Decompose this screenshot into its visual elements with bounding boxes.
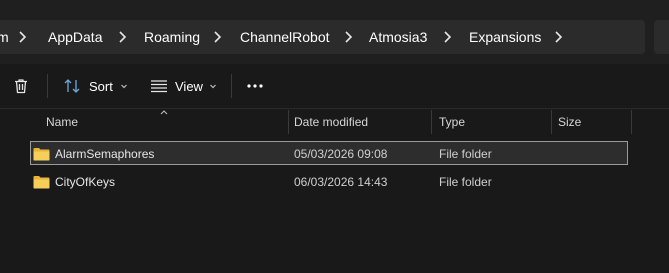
delete-button[interactable] bbox=[12, 64, 30, 108]
file-date-modified: 06/03/2026 14:43 bbox=[294, 175, 388, 189]
chevron-right-icon bbox=[214, 31, 222, 43]
chevron-down-icon bbox=[210, 84, 216, 89]
more-dots-icon bbox=[247, 84, 263, 88]
breadcrumb-item-atmosia3[interactable]: Atmosia3 bbox=[369, 20, 427, 54]
view-label: View bbox=[175, 78, 203, 94]
column-header-date-modified[interactable]: Date modified bbox=[294, 109, 368, 135]
chevron-right-icon bbox=[345, 31, 353, 43]
view-button[interactable]: View bbox=[150, 64, 218, 108]
folder-icon bbox=[33, 148, 50, 161]
view-lines-icon bbox=[151, 80, 167, 93]
breadcrumb-item-roaming[interactable]: Roaming bbox=[144, 20, 200, 54]
column-divider[interactable] bbox=[551, 110, 552, 134]
file-type: File folder bbox=[439, 147, 492, 161]
breadcrumb-item-appdata[interactable]: AppData bbox=[48, 20, 102, 54]
sort-label: Sort bbox=[89, 78, 113, 94]
breadcrumb-item-channelrobot[interactable]: ChannelRobot bbox=[240, 20, 330, 54]
sort-arrows-icon bbox=[64, 79, 80, 93]
address-bar-end[interactable] bbox=[654, 20, 669, 54]
file-name[interactable]: AlarmSemaphores bbox=[55, 142, 154, 166]
breadcrumb-item-user[interactable]: m bbox=[0, 20, 9, 54]
chevron-right-icon bbox=[444, 31, 452, 43]
trash-icon bbox=[15, 79, 27, 94]
file-type: File folder bbox=[439, 175, 492, 189]
file-date-modified: 05/03/2026 09:08 bbox=[294, 147, 388, 161]
toolbar-divider bbox=[47, 74, 48, 98]
chevron-down-icon bbox=[120, 84, 127, 89]
file-row-selected[interactable]: AlarmSemaphores 05/03/2026 09:08 File fo… bbox=[30, 141, 628, 165]
sort-ascending-icon bbox=[160, 110, 168, 115]
folder-icon bbox=[33, 176, 50, 189]
sort-button[interactable]: Sort bbox=[63, 64, 129, 108]
chevron-right-icon bbox=[119, 31, 127, 43]
file-row[interactable]: CityOfKeys 06/03/2026 14:43 File folder bbox=[30, 170, 628, 194]
more-options-button[interactable] bbox=[246, 64, 264, 108]
breadcrumb-item-expansions[interactable]: Expansions bbox=[469, 20, 541, 54]
chevron-right-icon bbox=[19, 31, 27, 43]
chevron-right-icon[interactable] bbox=[550, 29, 566, 45]
column-divider[interactable] bbox=[631, 110, 632, 134]
column-divider[interactable] bbox=[288, 110, 289, 134]
column-header-type[interactable]: Type bbox=[439, 109, 465, 135]
file-name[interactable]: CityOfKeys bbox=[55, 170, 115, 194]
toolbar-divider bbox=[231, 74, 232, 98]
column-divider[interactable] bbox=[431, 110, 432, 134]
column-header-size[interactable]: Size bbox=[558, 109, 581, 135]
column-header-name[interactable]: Name bbox=[46, 109, 78, 135]
command-bar: Sort View bbox=[0, 64, 669, 109]
